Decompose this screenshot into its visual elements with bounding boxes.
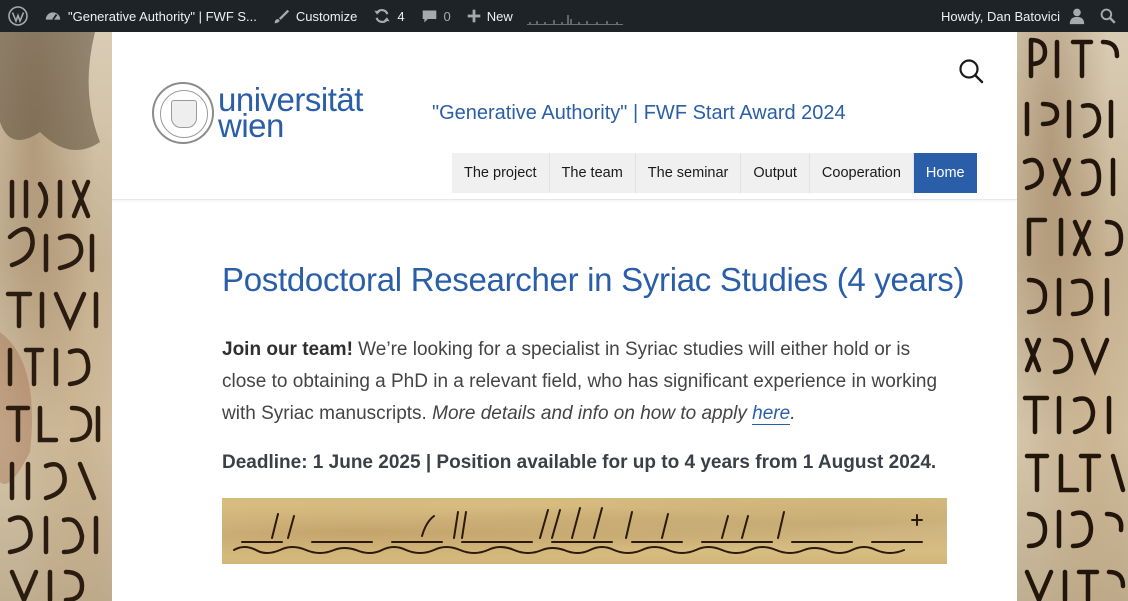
dashboard-icon [45, 12, 61, 21]
nav-item-the-project[interactable]: The project [452, 153, 550, 193]
intro-bold: Join our team! [222, 339, 353, 360]
wordpress-icon [8, 6, 28, 26]
apply-here-link[interactable]: here [752, 403, 791, 425]
user-avatar-icon [1069, 8, 1085, 25]
manuscript-left-image [0, 32, 101, 601]
brush-icon [274, 9, 290, 23]
updates-link[interactable]: 4 [365, 0, 412, 32]
wordpress-logo-button[interactable] [0, 0, 36, 32]
page: universität wien "Generative Authority" … [112, 32, 1017, 601]
howdy-label: Howdy, Dan Batovici [941, 8, 1060, 24]
search-icon [959, 59, 984, 84]
page-title: Postdoctoral Researcher in Syriac Studie… [222, 261, 965, 298]
manuscript-background-left [0, 32, 112, 601]
manuscript-right-image [1022, 37, 1126, 601]
nav-item-the-team[interactable]: The team [549, 153, 636, 193]
comment-icon [422, 10, 436, 22]
account-menu[interactable]: Howdy, Dan Batovici [933, 0, 1094, 32]
nav-item-home[interactable]: Home [913, 153, 977, 193]
intro-italic-text: More details and info on how to apply [432, 403, 753, 424]
university-logo-text: universität wien [218, 83, 363, 142]
university-seal-icon [152, 82, 214, 144]
site-name-link[interactable]: "Generative Authority" | FWF S... [36, 0, 265, 32]
site-header: universität wien "Generative Authority" … [112, 32, 1017, 200]
search-icon [1100, 8, 1116, 24]
intro-end: . [790, 403, 796, 424]
new-label: New [486, 8, 513, 24]
refresh-icon [374, 9, 390, 23]
comments-count: 0 [443, 8, 451, 24]
customize-link[interactable]: Customize [265, 0, 365, 32]
intro-paragraph: Join our team! We’re looking for a speci… [222, 334, 947, 430]
syriac-script-lines [233, 507, 923, 554]
nav-item-the-seminar[interactable]: The seminar [635, 153, 742, 193]
site-title-link[interactable]: "Generative Authority" | FWF Start Award… [432, 102, 846, 125]
site-search-button[interactable] [958, 58, 984, 84]
comments-link[interactable]: 0 [413, 0, 459, 32]
sparkline-chart [526, 15, 623, 25]
intro-italic: More details and info on how to apply he… [432, 403, 795, 425]
university-logo-link[interactable]: universität wien [152, 82, 363, 144]
manuscript-background-right [1017, 32, 1128, 601]
admin-search-button[interactable] [1094, 0, 1128, 32]
site-name-label: "Generative Authority" | FWF S... [68, 8, 257, 24]
main-navigation: The project The team The seminar Output … [452, 153, 977, 193]
nav-item-cooperation[interactable]: Cooperation [809, 153, 914, 193]
syriac-manuscript-image [222, 498, 947, 564]
updates-count: 4 [397, 8, 405, 24]
nav-item-output[interactable]: Output [741, 153, 810, 193]
plus-icon [467, 9, 481, 23]
admin-bar: "Generative Authority" | FWF S... Custom… [0, 0, 1128, 32]
deadline-text: Deadline: 1 June 2025 | Position availab… [222, 452, 937, 473]
main-content: Postdoctoral Researcher in Syriac Studie… [222, 260, 965, 564]
stats-sparkline[interactable] [526, 0, 623, 32]
customize-label: Customize [295, 8, 358, 24]
new-content-link[interactable]: New [459, 0, 521, 32]
